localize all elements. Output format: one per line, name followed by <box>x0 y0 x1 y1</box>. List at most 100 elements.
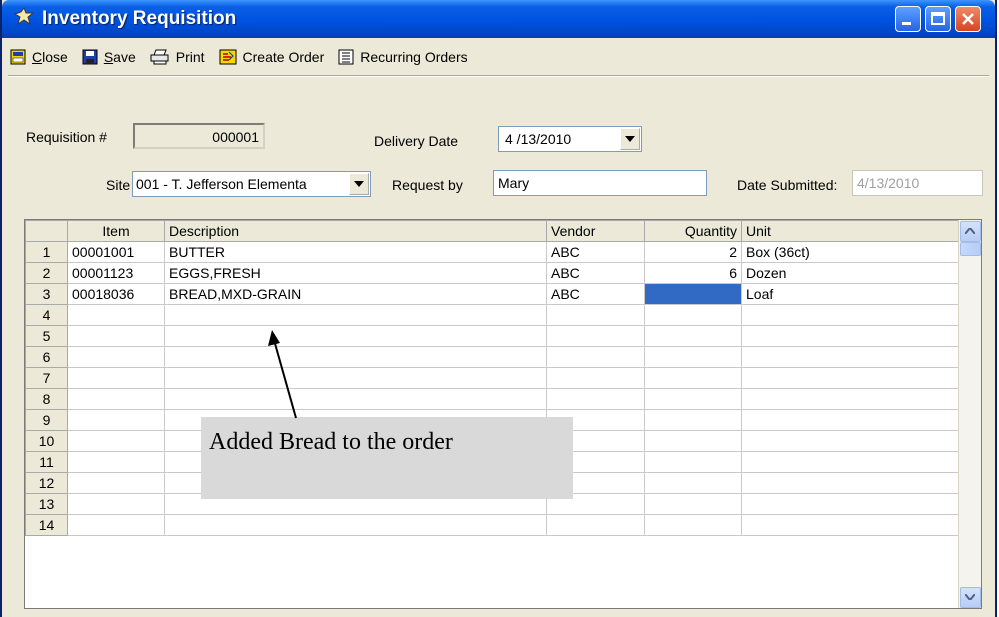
item-cell[interactable] <box>67 346 165 368</box>
item-cell[interactable] <box>67 325 165 347</box>
unit-cell[interactable] <box>741 304 962 326</box>
table-row[interactable]: 5 <box>25 325 962 347</box>
scroll-thumb[interactable] <box>960 242 981 256</box>
close-button[interactable]: Close <box>10 49 68 65</box>
delivery-date-dropdown-button[interactable] <box>620 128 640 150</box>
column-header-description[interactable]: Description <box>164 220 547 242</box>
quantity-cell[interactable] <box>644 325 742 347</box>
vendor-cell[interactable]: ABC <box>546 241 645 263</box>
requisition-items-grid[interactable]: Item Description Vendor Quantity Unit 10… <box>24 219 982 609</box>
unit-cell[interactable]: Box (36ct) <box>741 241 962 263</box>
item-cell[interactable] <box>67 430 165 452</box>
table-row[interactable]: 2 00001123 EGGS,FRESH ABC 6 Dozen <box>25 262 962 284</box>
table-row[interactable]: 1 00001001 BUTTER ABC 2 Box (36ct) <box>25 241 962 263</box>
column-header-vendor[interactable]: Vendor <box>546 220 645 242</box>
row-number-cell: 4 <box>25 304 68 326</box>
quantity-cell[interactable] <box>644 514 742 536</box>
quantity-cell[interactable] <box>644 346 742 368</box>
item-cell[interactable] <box>67 451 165 473</box>
vendor-cell[interactable] <box>546 367 645 389</box>
scroll-up-button[interactable] <box>960 221 981 242</box>
scroll-down-button[interactable] <box>960 587 981 608</box>
quantity-cell[interactable]: 2 <box>644 241 742 263</box>
quantity-cell[interactable] <box>644 409 742 431</box>
delivery-date-picker[interactable]: 4 /13/2010 <box>498 126 642 152</box>
description-cell[interactable] <box>164 304 547 326</box>
quantity-cell[interactable] <box>644 493 742 515</box>
quantity-cell[interactable] <box>644 283 742 305</box>
quantity-cell[interactable] <box>644 388 742 410</box>
vendor-cell[interactable] <box>546 325 645 347</box>
quantity-cell[interactable] <box>644 451 742 473</box>
unit-cell[interactable] <box>741 451 962 473</box>
close-window-button[interactable] <box>955 6 981 32</box>
unit-cell[interactable]: Loaf <box>741 283 962 305</box>
item-cell[interactable] <box>67 514 165 536</box>
vendor-cell[interactable] <box>546 346 645 368</box>
unit-cell[interactable] <box>741 388 962 410</box>
create-order-button[interactable]: Create Order <box>219 49 324 65</box>
table-row[interactable]: 8 <box>25 388 962 410</box>
column-header-unit[interactable]: Unit <box>741 220 962 242</box>
table-row[interactable]: 7 <box>25 367 962 389</box>
unit-cell[interactable] <box>741 325 962 347</box>
vendor-cell[interactable]: ABC <box>546 283 645 305</box>
print-button[interactable]: Print <box>150 49 205 65</box>
item-cell[interactable]: 00018036 <box>67 283 165 305</box>
item-cell[interactable]: 00001001 <box>67 241 165 263</box>
description-cell[interactable]: EGGS,FRESH <box>164 262 547 284</box>
unit-cell[interactable] <box>741 409 962 431</box>
save-button[interactable]: Save <box>82 49 136 65</box>
description-cell[interactable] <box>164 388 547 410</box>
minimize-button[interactable] <box>895 6 921 32</box>
vendor-cell[interactable]: ABC <box>546 262 645 284</box>
description-cell[interactable] <box>164 514 547 536</box>
quantity-cell[interactable] <box>644 304 742 326</box>
unit-cell[interactable]: Dozen <box>741 262 962 284</box>
item-cell[interactable] <box>67 367 165 389</box>
description-cell[interactable] <box>164 346 547 368</box>
quantity-cell[interactable] <box>644 430 742 452</box>
unit-cell[interactable] <box>741 514 962 536</box>
quantity-cell[interactable]: 6 <box>644 262 742 284</box>
description-cell[interactable] <box>164 367 547 389</box>
unit-cell[interactable] <box>741 367 962 389</box>
unit-cell[interactable] <box>741 346 962 368</box>
row-number-cell: 8 <box>25 388 68 410</box>
vendor-cell[interactable] <box>546 388 645 410</box>
unit-cell[interactable] <box>741 493 962 515</box>
site-dropdown-button[interactable] <box>349 173 369 195</box>
save-label: ave <box>113 49 136 65</box>
description-cell[interactable]: BREAD,MXD-GRAIN <box>164 283 547 305</box>
recurring-orders-button[interactable]: Recurring Orders <box>338 49 468 65</box>
row-number-cell: 12 <box>25 472 68 494</box>
quantity-cell[interactable] <box>644 472 742 494</box>
table-row[interactable]: 3 00018036 BREAD,MXD-GRAIN ABC Loaf <box>25 283 962 305</box>
list-icon <box>338 49 354 65</box>
item-cell[interactable] <box>67 304 165 326</box>
column-header-item[interactable]: Item <box>67 220 165 242</box>
item-cell[interactable] <box>67 493 165 515</box>
unit-cell[interactable] <box>741 472 962 494</box>
vendor-cell[interactable] <box>546 304 645 326</box>
site-select[interactable]: 001 - T. Jefferson Elementa <box>132 171 371 197</box>
title-bar[interactable]: Inventory Requisition <box>2 0 995 38</box>
row-number-cell: 3 <box>25 283 68 305</box>
request-by-input[interactable]: Mary <box>493 170 707 196</box>
quantity-cell[interactable] <box>644 367 742 389</box>
description-cell[interactable]: BUTTER <box>164 241 547 263</box>
item-cell[interactable]: 00001123 <box>67 262 165 284</box>
toolbar-separator <box>8 75 989 77</box>
table-row[interactable]: 4 <box>25 304 962 326</box>
table-row[interactable]: 6 <box>25 346 962 368</box>
maximize-button[interactable] <box>925 6 951 32</box>
vertical-scrollbar[interactable] <box>958 220 981 608</box>
item-cell[interactable] <box>67 388 165 410</box>
description-cell[interactable] <box>164 325 547 347</box>
table-row[interactable]: 14 <box>25 514 962 536</box>
item-cell[interactable] <box>67 409 165 431</box>
unit-cell[interactable] <box>741 430 962 452</box>
column-header-quantity[interactable]: Quantity <box>644 220 742 242</box>
item-cell[interactable] <box>67 472 165 494</box>
vendor-cell[interactable] <box>546 514 645 536</box>
